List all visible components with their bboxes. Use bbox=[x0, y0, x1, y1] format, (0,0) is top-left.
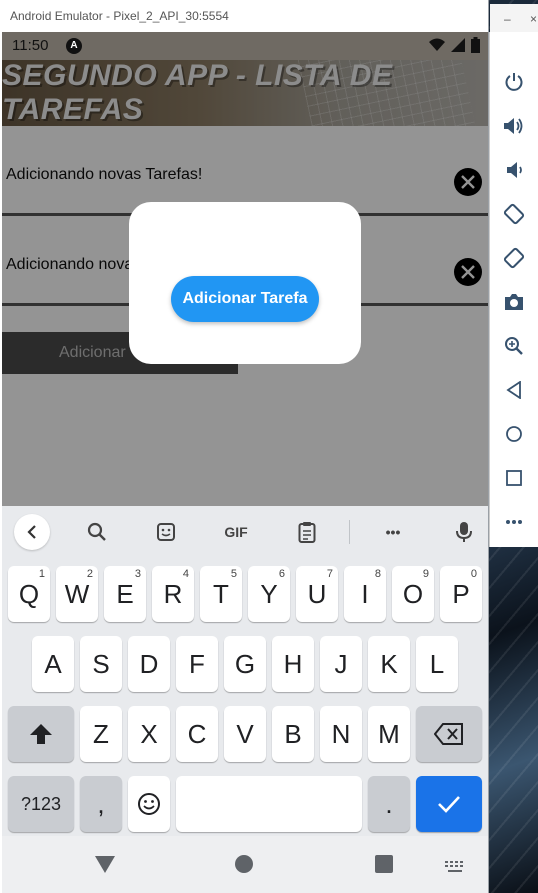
volume-up-icon bbox=[504, 118, 523, 134]
key-j[interactable]: J bbox=[320, 636, 362, 692]
key-y[interactable]: Y6 bbox=[248, 566, 290, 622]
enter-key[interactable] bbox=[416, 776, 482, 832]
add-task-button[interactable]: Adicionar Tarefa bbox=[171, 276, 319, 322]
key-f[interactable]: F bbox=[176, 636, 218, 692]
key-d[interactable]: D bbox=[128, 636, 170, 692]
power-button[interactable] bbox=[502, 70, 526, 94]
key-n[interactable]: N bbox=[320, 706, 362, 762]
keyboard-switch-icon[interactable] bbox=[444, 860, 466, 874]
overview-button[interactable] bbox=[502, 466, 526, 490]
key-m[interactable]: M bbox=[368, 706, 410, 762]
more-options-button[interactable] bbox=[502, 510, 526, 534]
more-horizontal-icon bbox=[506, 520, 522, 524]
rotate-left-button[interactable] bbox=[502, 202, 526, 226]
key-u[interactable]: U7 bbox=[296, 566, 338, 622]
soft-keyboard: GIF ••• Q1 W2 E3 R4 T5 Y6 U7 I8 O9 P0 A … bbox=[2, 506, 488, 836]
key-x[interactable]: X bbox=[128, 706, 170, 762]
window-title: Android Emulator - Pixel_2_API_30:5554 bbox=[0, 0, 488, 32]
home-circle-icon bbox=[506, 426, 522, 442]
key-c[interactable]: C bbox=[176, 706, 218, 762]
minimize-icon[interactable]: – bbox=[504, 12, 511, 26]
wifi-icon bbox=[429, 38, 445, 51]
shift-key[interactable] bbox=[8, 706, 74, 762]
check-icon bbox=[438, 796, 460, 813]
volume-up-button[interactable] bbox=[502, 114, 526, 138]
close-icon[interactable]: × bbox=[530, 12, 537, 26]
backspace-key[interactable] bbox=[416, 706, 482, 762]
backspace-icon bbox=[434, 723, 463, 745]
key-o[interactable]: O9 bbox=[392, 566, 434, 622]
key-w[interactable]: W2 bbox=[56, 566, 98, 622]
clipboard-icon[interactable] bbox=[289, 516, 325, 548]
keyboard-back-button[interactable] bbox=[14, 514, 50, 550]
back-triangle-icon[interactable] bbox=[94, 854, 116, 874]
toolbar-divider bbox=[349, 520, 350, 544]
gif-button[interactable]: GIF bbox=[218, 516, 254, 548]
emoji-icon bbox=[138, 793, 160, 815]
symbols-key[interactable]: ?123 bbox=[8, 776, 74, 832]
rotate-right-icon bbox=[503, 247, 525, 269]
keyboard-toolbar: GIF ••• bbox=[2, 506, 488, 558]
space-key[interactable] bbox=[176, 776, 362, 832]
navigation-bar bbox=[2, 836, 488, 893]
key-b[interactable]: B bbox=[272, 706, 314, 762]
emulator-window: Android Emulator - Pixel_2_API_30:5554 1… bbox=[0, 0, 488, 893]
zoom-icon bbox=[505, 337, 523, 355]
home-icon[interactable] bbox=[234, 854, 254, 874]
phone-screen: 11:50 A SEGUNDO APP - LISTA DE TAREFAS A… bbox=[2, 32, 488, 893]
overview-icon bbox=[506, 470, 522, 486]
rotate-left-icon bbox=[503, 203, 525, 225]
key-h[interactable]: H bbox=[272, 636, 314, 692]
camera-icon bbox=[505, 294, 523, 310]
back-button[interactable] bbox=[502, 378, 526, 402]
chevron-left-icon bbox=[27, 525, 36, 539]
volume-down-icon bbox=[507, 162, 522, 178]
key-r[interactable]: R4 bbox=[152, 566, 194, 622]
signal-icon bbox=[451, 38, 465, 52]
screenshot-button[interactable] bbox=[502, 290, 526, 314]
key-z[interactable]: Z bbox=[80, 706, 122, 762]
emulator-side-toolbar: – × bbox=[489, 4, 538, 547]
sticker-icon[interactable] bbox=[148, 516, 184, 548]
zoom-button[interactable] bbox=[502, 334, 526, 358]
status-time: 11:50 bbox=[12, 37, 49, 54]
volume-down-button[interactable] bbox=[502, 158, 526, 182]
shift-icon bbox=[30, 724, 52, 744]
period-key[interactable]: . bbox=[368, 776, 410, 832]
add-task-modal: Adicionar Tarefa bbox=[129, 202, 361, 364]
recents-icon[interactable] bbox=[374, 854, 394, 874]
mic-icon[interactable] bbox=[446, 516, 482, 548]
key-i[interactable]: I8 bbox=[344, 566, 386, 622]
key-s[interactable]: S bbox=[80, 636, 122, 692]
status-bar: 11:50 A bbox=[2, 32, 488, 60]
rotate-right-button[interactable] bbox=[502, 246, 526, 270]
search-icon[interactable] bbox=[79, 516, 115, 548]
back-icon bbox=[506, 381, 521, 399]
home-button[interactable] bbox=[502, 422, 526, 446]
key-g[interactable]: G bbox=[224, 636, 266, 692]
key-q[interactable]: Q1 bbox=[8, 566, 50, 622]
key-e[interactable]: E3 bbox=[104, 566, 146, 622]
emoji-key[interactable] bbox=[128, 776, 170, 832]
key-a[interactable]: A bbox=[32, 636, 74, 692]
key-t[interactable]: T5 bbox=[200, 566, 242, 622]
key-p[interactable]: P0 bbox=[440, 566, 482, 622]
power-icon bbox=[505, 73, 523, 91]
battery-icon bbox=[471, 37, 480, 53]
comma-key[interactable]: , bbox=[80, 776, 122, 832]
a-icon: A bbox=[66, 38, 82, 54]
more-icon[interactable]: ••• bbox=[375, 516, 411, 548]
key-k[interactable]: K bbox=[368, 636, 410, 692]
key-v[interactable]: V bbox=[224, 706, 266, 762]
key-l[interactable]: L bbox=[416, 636, 458, 692]
